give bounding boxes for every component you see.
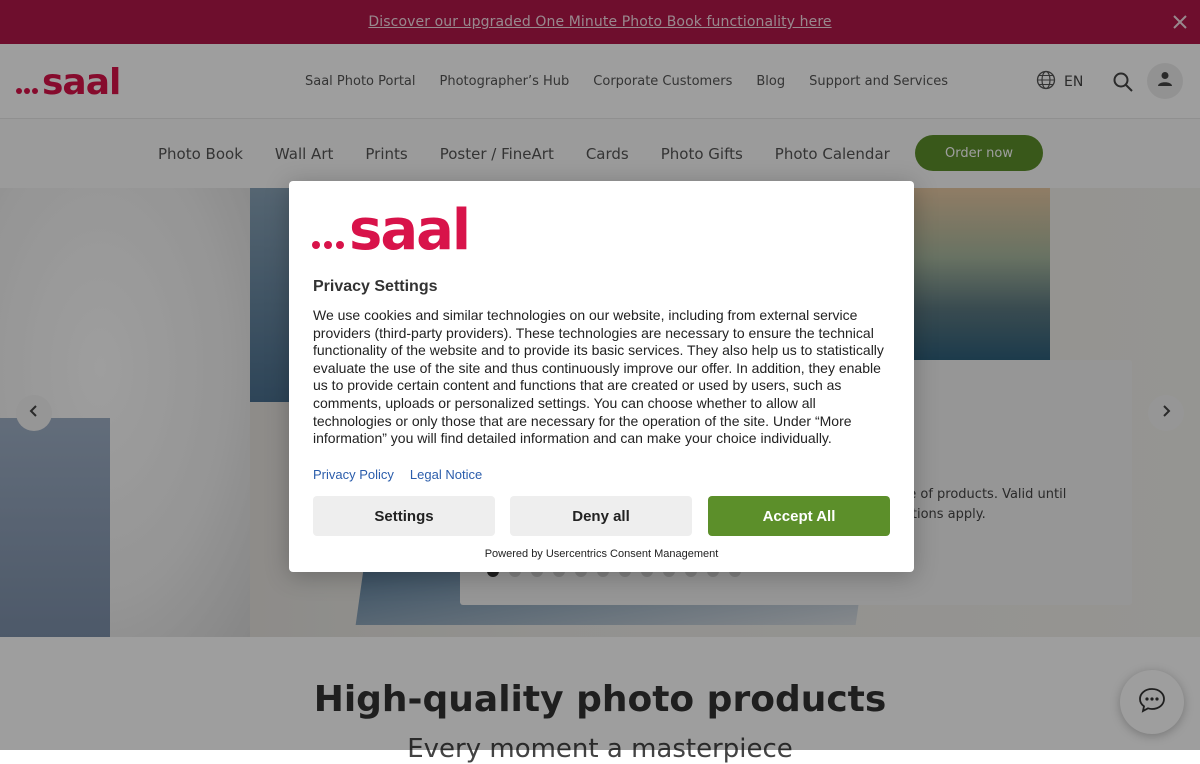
accept-all-button[interactable]: Accept All bbox=[708, 496, 890, 536]
saal-logo: saal bbox=[312, 198, 487, 263]
privacy-settings-dialog: saal Privacy Settings We use cookies and… bbox=[289, 181, 914, 572]
deny-all-button[interactable]: Deny all bbox=[510, 496, 692, 536]
powered-by-text: Powered by Usercentrics Consent Manageme… bbox=[484, 548, 719, 560]
svg-text:saal: saal bbox=[349, 203, 469, 253]
legal-notice-link[interactable]: Legal Notice bbox=[410, 467, 482, 482]
settings-button[interactable]: Settings bbox=[313, 496, 495, 536]
dialog-links: Privacy Policy Legal Notice bbox=[313, 467, 482, 482]
privacy-policy-link[interactable]: Privacy Policy bbox=[313, 467, 394, 482]
dialog-title: Privacy Settings bbox=[313, 278, 438, 295]
dialog-body-text: We use cookies and similar technologies … bbox=[313, 307, 884, 447]
